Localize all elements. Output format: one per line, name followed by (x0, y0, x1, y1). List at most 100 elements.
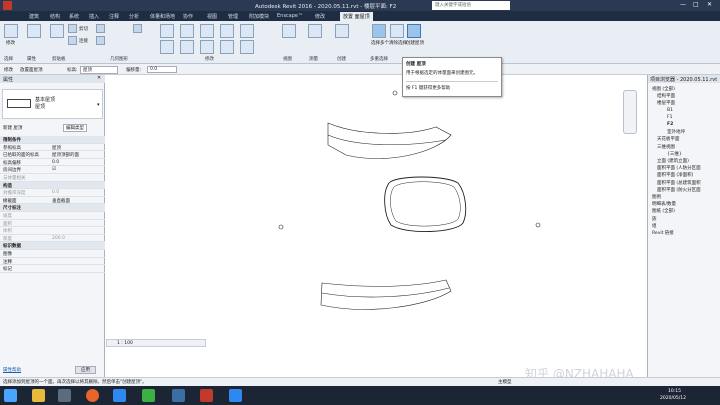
property-value[interactable]: 0.0 (52, 160, 59, 165)
browser-item[interactable]: 天花板平面 (657, 136, 680, 142)
ribbon-tab[interactable]: 修改 (312, 12, 328, 21)
browser-item[interactable]: 视图 (全部) (652, 86, 675, 92)
property-group-header[interactable]: 限制条件 (0, 136, 105, 144)
search-input[interactable]: 键入关键字或短语 (432, 1, 510, 10)
offset-icon[interactable] (200, 24, 214, 38)
browser-item[interactable]: 族 (652, 216, 657, 222)
copy-icon[interactable] (220, 24, 234, 38)
property-value[interactable]: 垂直截面 (52, 198, 70, 204)
create-roof-label[interactable]: 创建屋顶 (406, 40, 424, 46)
clear-selection-icon[interactable] (390, 24, 404, 38)
browser-item[interactable]: 三维视图 (657, 144, 675, 150)
browser-item[interactable]: 楼层平面 (657, 100, 675, 106)
close-icon[interactable]: ✕ (707, 1, 712, 8)
ribbon-tab[interactable]: 体量和场地 (147, 12, 178, 21)
browser-item[interactable]: 室外地坪 (667, 129, 685, 135)
browser-item[interactable]: 组 (652, 223, 657, 229)
ribbon-tab[interactable]: 附加模块 (246, 12, 272, 21)
offset-input[interactable]: 0.0 (147, 66, 177, 73)
property-group-header[interactable]: 尺寸标注 (0, 204, 105, 212)
app-store-icon[interactable] (113, 389, 126, 402)
join-icon[interactable] (68, 36, 77, 45)
modify-button-label[interactable]: 修改 (6, 40, 15, 46)
move-icon[interactable] (180, 24, 194, 38)
wechat-icon[interactable] (142, 389, 155, 402)
browser-item[interactable]: 面积平面 (净面积) (657, 172, 693, 178)
property-value[interactable]: 屋顶 (52, 145, 61, 151)
ribbon-tab[interactable]: 结构 (47, 12, 63, 21)
ribbon-tab[interactable]: 管理 (225, 12, 241, 21)
browser-item[interactable]: 图纸 (全部) (652, 208, 675, 214)
mirror-icon[interactable] (160, 40, 174, 54)
browser-item[interactable]: F1 (667, 115, 672, 120)
minimize-icon[interactable]: — (680, 1, 686, 8)
browser-item[interactable]: 结构平面 (657, 93, 675, 99)
browser-item[interactable]: 面积平面 (防火分区面 (657, 187, 701, 193)
cope-icon[interactable] (96, 24, 105, 33)
property-group-header[interactable]: 构造 (0, 181, 105, 190)
create-roof-icon[interactable] (407, 24, 421, 38)
measure-icon[interactable] (308, 24, 322, 38)
property-value[interactable]: 屋顶顶部的面 (52, 152, 79, 158)
browser-item[interactable]: 面积平面 (总建筑面积 (657, 180, 701, 186)
select-multiple-icon[interactable] (372, 24, 386, 38)
arrow-app-icon[interactable] (229, 389, 242, 402)
rotate-icon[interactable] (180, 40, 194, 54)
height-select[interactable]: 屋顶 (80, 66, 118, 74)
apply-button[interactable]: 应用 (75, 366, 96, 374)
chevron-down-icon[interactable]: ▾ (97, 102, 100, 108)
ribbon-tab[interactable]: 协作 (180, 12, 196, 21)
browser-item[interactable]: 明细表/数量 (652, 201, 676, 207)
revit-task-icon[interactable] (172, 389, 185, 402)
navigation-bar[interactable] (623, 90, 637, 134)
close-properties-icon[interactable]: ✕ (97, 75, 101, 81)
join-button-label[interactable]: 连接 (79, 38, 88, 44)
align-icon[interactable] (160, 24, 174, 38)
drawing-canvas[interactable] (106, 75, 639, 365)
calculator-icon[interactable] (58, 389, 71, 402)
view-scale[interactable]: 1 : 100 (117, 341, 133, 346)
wall-join-icon[interactable] (133, 24, 142, 33)
browser-item[interactable]: F2 (667, 122, 673, 127)
firefox-icon[interactable] (86, 389, 99, 402)
properties-help-link[interactable]: 属性帮助 (3, 367, 21, 373)
ribbon-tab[interactable]: Enscape™ (274, 12, 306, 21)
type-selector[interactable]: 基本屋顶 屋顶 ▾ (2, 89, 103, 119)
browser-item[interactable]: 立面 (建筑立面) (657, 158, 689, 164)
edit-type-button[interactable]: 编辑类型 (63, 124, 87, 132)
browser-item[interactable]: {三维} (667, 151, 682, 157)
ribbon-tab[interactable]: 放置 面屋顶 (340, 12, 373, 21)
ribbon-tab[interactable]: 插入 (86, 12, 102, 21)
main-model-label[interactable]: 主模型 (498, 379, 512, 385)
property-value[interactable]: ☑ (52, 167, 56, 172)
file-explorer-icon[interactable] (32, 389, 45, 402)
cut-icon[interactable] (68, 24, 77, 33)
media-icon[interactable] (200, 389, 213, 402)
start-icon[interactable] (4, 389, 17, 402)
ribbon-tab[interactable]: 分析 (126, 12, 142, 21)
app-logo-icon[interactable] (3, 1, 12, 10)
browser-item[interactable]: 图例 (652, 194, 661, 200)
create-group-icon[interactable] (335, 24, 349, 38)
select-multiple-label[interactable]: 选择多个 (371, 40, 389, 46)
clear-selection-label[interactable]: 清除选择 (389, 40, 407, 46)
view-tool-icon[interactable] (282, 24, 296, 38)
maximize-icon[interactable]: □ (693, 1, 699, 8)
properties-icon[interactable] (27, 24, 41, 38)
ribbon-tab[interactable]: 系统 (66, 12, 82, 21)
browser-item[interactable]: B1 (667, 108, 673, 113)
trim-icon[interactable] (240, 24, 254, 38)
ribbon-tab[interactable]: 视图 (204, 12, 220, 21)
cut-button-label[interactable]: 剪切 (79, 26, 88, 32)
browser-item[interactable]: Revit 链接 (652, 230, 674, 236)
split-face-icon[interactable] (96, 36, 105, 45)
ribbon-tab[interactable]: 建筑 (26, 12, 42, 21)
property-group-header[interactable]: 标识数据 (0, 242, 105, 250)
scale-icon[interactable] (220, 40, 234, 54)
pin-icon[interactable] (240, 40, 254, 54)
floor-plan-view[interactable] (106, 75, 639, 365)
ribbon-tab[interactable]: 注释 (106, 12, 122, 21)
array-icon[interactable] (200, 40, 214, 54)
browser-item[interactable]: 面积平面 (人防分区面 (657, 165, 701, 171)
paste-icon[interactable] (50, 24, 64, 38)
